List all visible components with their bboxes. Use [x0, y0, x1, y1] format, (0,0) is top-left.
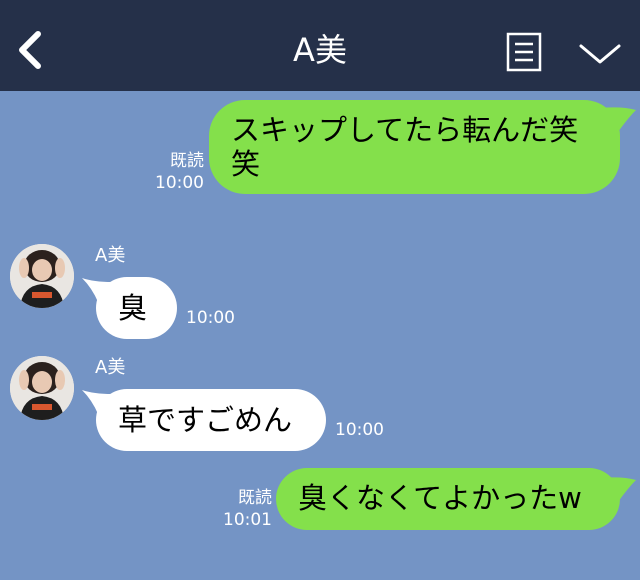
message-text: 臭くなくてよかったw [298, 481, 582, 515]
avatar[interactable] [10, 356, 74, 420]
sender-name: A美 [95, 245, 126, 266]
expand-button[interactable] [578, 36, 622, 72]
message-bubble[interactable]: 臭くなくてよかったw [276, 468, 620, 530]
read-label: 既読 [238, 488, 272, 508]
chat-header: A美 [0, 0, 640, 91]
message-text: 臭 [118, 291, 148, 325]
chat-title: A美 [293, 31, 347, 69]
bubble-tail [600, 107, 636, 132]
menu-icon [506, 32, 542, 72]
menu-button[interactable] [506, 32, 542, 72]
message-time: 10:01 [223, 510, 272, 530]
bubble-tail [600, 477, 636, 502]
message-time: 10:00 [186, 308, 235, 328]
message-bubble[interactable]: 草ですごめん [96, 389, 326, 451]
message-time: 10:00 [155, 173, 204, 193]
read-status: 既読 10:00 [150, 150, 204, 194]
message-bubble[interactable]: 臭 [96, 277, 177, 339]
read-label: 既読 [170, 151, 204, 171]
avatar[interactable] [10, 244, 74, 308]
message-text: スキップしてたら転んだ笑 笑 [231, 113, 579, 181]
sender-name: A美 [95, 357, 126, 378]
read-status: 既読 10:01 [220, 487, 272, 531]
message-time: 10:00 [335, 420, 384, 440]
message-text: 草ですごめん [118, 403, 293, 437]
avatar-image [10, 244, 74, 308]
chevron-down-icon [579, 44, 621, 64]
avatar-image [10, 356, 74, 420]
message-bubble[interactable]: スキップしてたら転んだ笑 笑 [209, 100, 620, 194]
